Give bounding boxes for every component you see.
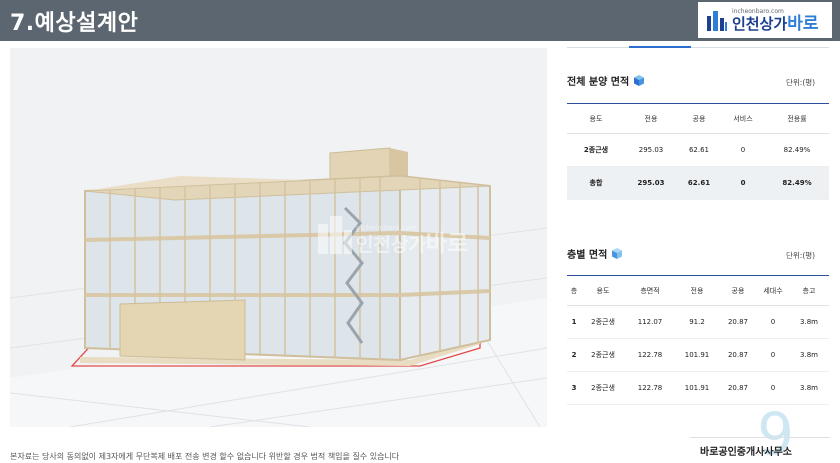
total-row: 총합 295.03 62.61 0 82.49%: [567, 166, 829, 200]
column-header: 전용: [625, 103, 677, 134]
column-header: 전용: [675, 275, 719, 306]
table-cell: 122.78: [625, 371, 675, 405]
table-cell: 1: [567, 305, 581, 339]
table-cell: 295.03: [625, 166, 677, 200]
table-cell: 0: [721, 166, 765, 200]
table-cell: 20.87: [719, 305, 757, 339]
cube-icon: [634, 75, 645, 86]
watermark-accent: 바로: [426, 231, 468, 257]
footer-divider: [690, 437, 830, 438]
table-cell: 총합: [567, 166, 625, 200]
total-area-title: 전체 분양 면적: [567, 77, 630, 88]
cube-icon: [612, 248, 623, 259]
column-header: 층고: [789, 275, 829, 306]
table-cell: 91.2: [675, 305, 719, 339]
table-cell: 122.78: [625, 338, 675, 372]
total-area-table: 용도 전용 공용 서비스 전용률 2종근생 295.03 62.61 0 82.…: [567, 103, 829, 200]
building-rendering: incheonbaro.com 인천상가바로: [10, 48, 547, 427]
table-cell: 2종근생: [567, 133, 625, 167]
table-cell: 3.8m: [789, 338, 829, 372]
table-cell: 3: [567, 371, 581, 405]
table-row: 1 2종근생 112.07 91.2 20.87 0 3.8m: [567, 305, 829, 339]
total-area-unit: 단위:(평): [786, 78, 816, 87]
table-cell: 2종근생: [581, 305, 625, 339]
watermark-main: 인천상가: [356, 234, 426, 256]
logo: incheonbaro.com 인천상가바로: [698, 2, 832, 38]
table-cell: 2종근생: [581, 338, 625, 372]
top-rule: [567, 47, 829, 48]
table-cell: 2: [567, 338, 581, 372]
table-cell: 295.03: [625, 133, 677, 167]
total-area-heading: 전체 분양 면적: [567, 73, 645, 88]
header-bar: 7.예상설계안 incheonbaro.com 인천상가바로: [0, 0, 840, 41]
page-title: 7.예상설계안: [10, 11, 139, 36]
table-cell: 62.61: [677, 133, 721, 167]
column-header: 공용: [677, 103, 721, 134]
watermark-domain: incheonbaro.com: [356, 224, 417, 232]
table-header-row: 용도 전용 공용 서비스 전용률: [567, 103, 829, 134]
agency-name: 바로공인중개사사무소: [700, 447, 792, 458]
disclaimer-text: 본자료는 당사의 동의없이 제3자에게 무단복제 배포 전송 변경 할수 없습니…: [10, 452, 400, 461]
column-header: 세대수: [757, 275, 789, 306]
building-logo-icon: [707, 11, 727, 31]
table-cell: 0: [757, 338, 789, 372]
table-cell: 2종근생: [581, 371, 625, 405]
floor-area-table: 층 용도 층면적 전용 공용 세대수 층고 1 2종근생 112.07 91.2…: [567, 275, 829, 405]
column-header: 공용: [719, 275, 757, 306]
table-cell: 101.91: [675, 338, 719, 372]
table-cell: 0: [757, 305, 789, 339]
table-cell: 82.49%: [765, 133, 829, 167]
table-cell: 82.49%: [765, 166, 829, 200]
column-header: 층: [567, 275, 581, 306]
column-header: 서비스: [721, 103, 765, 134]
table-cell: 62.61: [677, 166, 721, 200]
active-tab-indicator: [629, 46, 691, 48]
table-cell: 3.8m: [789, 305, 829, 339]
column-header: 용도: [581, 275, 625, 306]
building-illustration: incheonbaro.com 인천상가바로: [10, 48, 547, 427]
column-header: 층면적: [625, 275, 675, 306]
logo-brand: 인천상가바로: [732, 13, 819, 34]
svg-text:인천상가바로: 인천상가바로: [356, 231, 468, 257]
table-header-row: 층 용도 층면적 전용 공용 세대수 층고: [567, 275, 829, 306]
floor-area-heading: 층별 면적: [567, 246, 623, 261]
column-header: 전용률: [765, 103, 829, 134]
table-cell: 20.87: [719, 371, 757, 405]
table-cell: 20.87: [719, 338, 757, 372]
table-row: 2 2종근생 122.78 101.91 20.87 0 3.8m: [567, 338, 829, 372]
table-cell: 3.8m: [789, 371, 829, 405]
column-header: 용도: [567, 103, 625, 134]
table-cell: 112.07: [625, 305, 675, 339]
floor-area-title: 층별 면적: [567, 250, 608, 261]
floor-area-unit: 단위:(평): [786, 251, 816, 260]
table-cell: 0: [721, 133, 765, 167]
table-cell: 101.91: [675, 371, 719, 405]
table-row: 2종근생 295.03 62.61 0 82.49%: [567, 133, 829, 167]
